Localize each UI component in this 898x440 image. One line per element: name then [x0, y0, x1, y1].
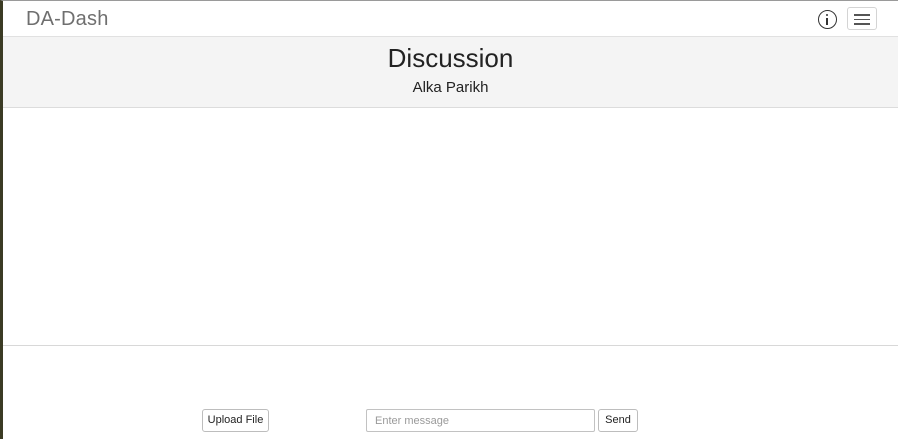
info-icon[interactable] — [818, 10, 837, 29]
info-icon-bar — [825, 17, 829, 25]
brand-logo-text[interactable]: DA-Dash — [26, 8, 109, 30]
hamburger-icon-line-bottom — [854, 23, 870, 25]
page-frame: DA-Dash Discussion Alka Parikh Upload Fi… — [0, 0, 898, 440]
hamburger-menu-button[interactable] — [847, 7, 877, 30]
message-input[interactable] — [366, 409, 595, 432]
participant-name: Alka Parikh — [412, 79, 489, 96]
info-icon-dot — [825, 14, 829, 17]
upload-file-button[interactable]: Upload File — [202, 409, 269, 432]
messages-list[interactable] — [3, 108, 898, 346]
send-button[interactable]: Send — [598, 409, 638, 432]
message-composer: Upload File Send — [3, 346, 898, 440]
page-title: Discussion — [387, 43, 514, 73]
hamburger-icon-line-top — [854, 14, 870, 16]
hamburger-icon-line-middle — [854, 18, 870, 21]
top-navbar: DA-Dash — [3, 1, 898, 37]
discussion-header: Discussion Alka Parikh — [3, 37, 898, 108]
